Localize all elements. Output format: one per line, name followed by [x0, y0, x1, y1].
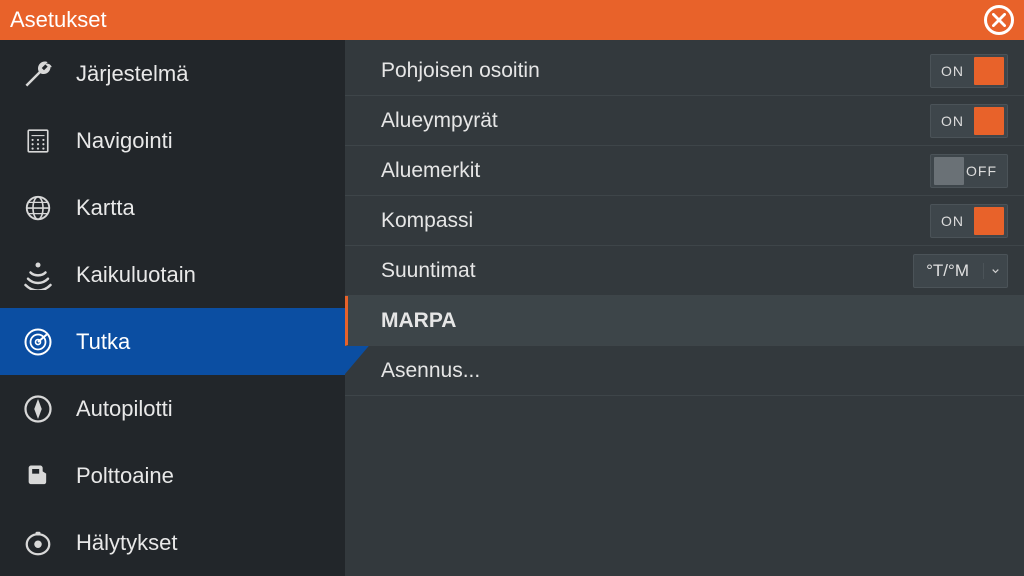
sidebar-item-label: Järjestelmä — [76, 61, 188, 87]
toggle-knob — [934, 157, 964, 185]
window-body: Järjestelmä Navigointi Kartta Kaikuluota… — [0, 40, 1024, 576]
sidebar-item-navigation[interactable]: Navigointi — [0, 107, 345, 174]
close-button[interactable] — [984, 5, 1014, 35]
toggle-text: ON — [941, 213, 964, 229]
window-title: Asetukset — [10, 7, 984, 33]
sidebar-item-label: Navigointi — [76, 128, 173, 154]
fuel-icon — [18, 456, 58, 496]
sidebar-item-label: Tutka — [76, 329, 130, 355]
toggle-text: OFF — [966, 163, 997, 179]
setting-row-range-markers: Aluemerkit OFF — [345, 146, 1024, 196]
setting-row-marpa[interactable]: MARPA — [345, 296, 1024, 346]
toggle-text: ON — [941, 113, 964, 129]
sidebar-item-sonar[interactable]: Kaikuluotain — [0, 241, 345, 308]
setting-row-range-rings: Alueympyrät ON — [345, 96, 1024, 146]
sidebar-item-label: Autopilotti — [76, 396, 173, 422]
sidebar: Järjestelmä Navigointi Kartta Kaikuluota… — [0, 40, 345, 576]
alarm-icon — [18, 523, 58, 563]
sidebar-item-label: Hälytykset — [76, 530, 177, 556]
compass-icon — [18, 389, 58, 429]
setting-label: Asennus... — [381, 359, 1008, 383]
toggle-knob — [974, 207, 1004, 235]
sidebar-item-system[interactable]: Järjestelmä — [0, 40, 345, 107]
main-panel: Pohjoisen osoitin ON Alueympyrät ON Alue… — [345, 40, 1024, 576]
setting-label: Kompassi — [381, 209, 930, 233]
sonar-icon — [18, 255, 58, 295]
sidebar-item-chart[interactable]: Kartta — [0, 174, 345, 241]
sidebar-item-label: Kartta — [76, 195, 135, 221]
setting-label: Suuntimat — [381, 259, 913, 283]
chevron-down-icon — [983, 263, 999, 279]
globe-icon — [18, 188, 58, 228]
dropdown-value: °T/°M — [926, 261, 969, 281]
sidebar-item-alarms[interactable]: Hälytykset — [0, 509, 345, 576]
toggle-knob — [974, 107, 1004, 135]
toggle-text: ON — [941, 63, 964, 79]
sidebar-item-radar[interactable]: Tutka — [0, 308, 345, 375]
sidebar-item-label: Polttoaine — [76, 463, 174, 489]
toggle-range-rings[interactable]: ON — [930, 104, 1008, 138]
toggle-compass[interactable]: ON — [930, 204, 1008, 238]
dropdown-bearings[interactable]: °T/°M — [913, 254, 1008, 288]
radar-icon — [18, 322, 58, 362]
setting-row-north-indicator: Pohjoisen osoitin ON — [345, 46, 1024, 96]
setting-row-installation[interactable]: Asennus... — [345, 346, 1024, 396]
setting-label: Alueympyrät — [381, 109, 930, 133]
settings-window: Asetukset Järjestelmä Navigointi — [0, 0, 1024, 576]
toggle-knob — [974, 57, 1004, 85]
toggle-north-indicator[interactable]: ON — [930, 54, 1008, 88]
sidebar-item-autopilot[interactable]: Autopilotti — [0, 375, 345, 442]
setting-label: Aluemerkit — [381, 159, 930, 183]
close-icon — [992, 7, 1006, 33]
toggle-range-markers[interactable]: OFF — [930, 154, 1008, 188]
sidebar-item-fuel[interactable]: Polttoaine — [0, 442, 345, 509]
titlebar: Asetukset — [0, 0, 1024, 40]
setting-row-bearings: Suuntimat °T/°M — [345, 246, 1024, 296]
setting-row-compass: Kompassi ON — [345, 196, 1024, 246]
setting-label: Pohjoisen osoitin — [381, 59, 930, 83]
calculator-icon — [18, 121, 58, 161]
setting-label: MARPA — [381, 309, 1008, 333]
sidebar-item-label: Kaikuluotain — [76, 262, 196, 288]
wrench-icon — [18, 54, 58, 94]
